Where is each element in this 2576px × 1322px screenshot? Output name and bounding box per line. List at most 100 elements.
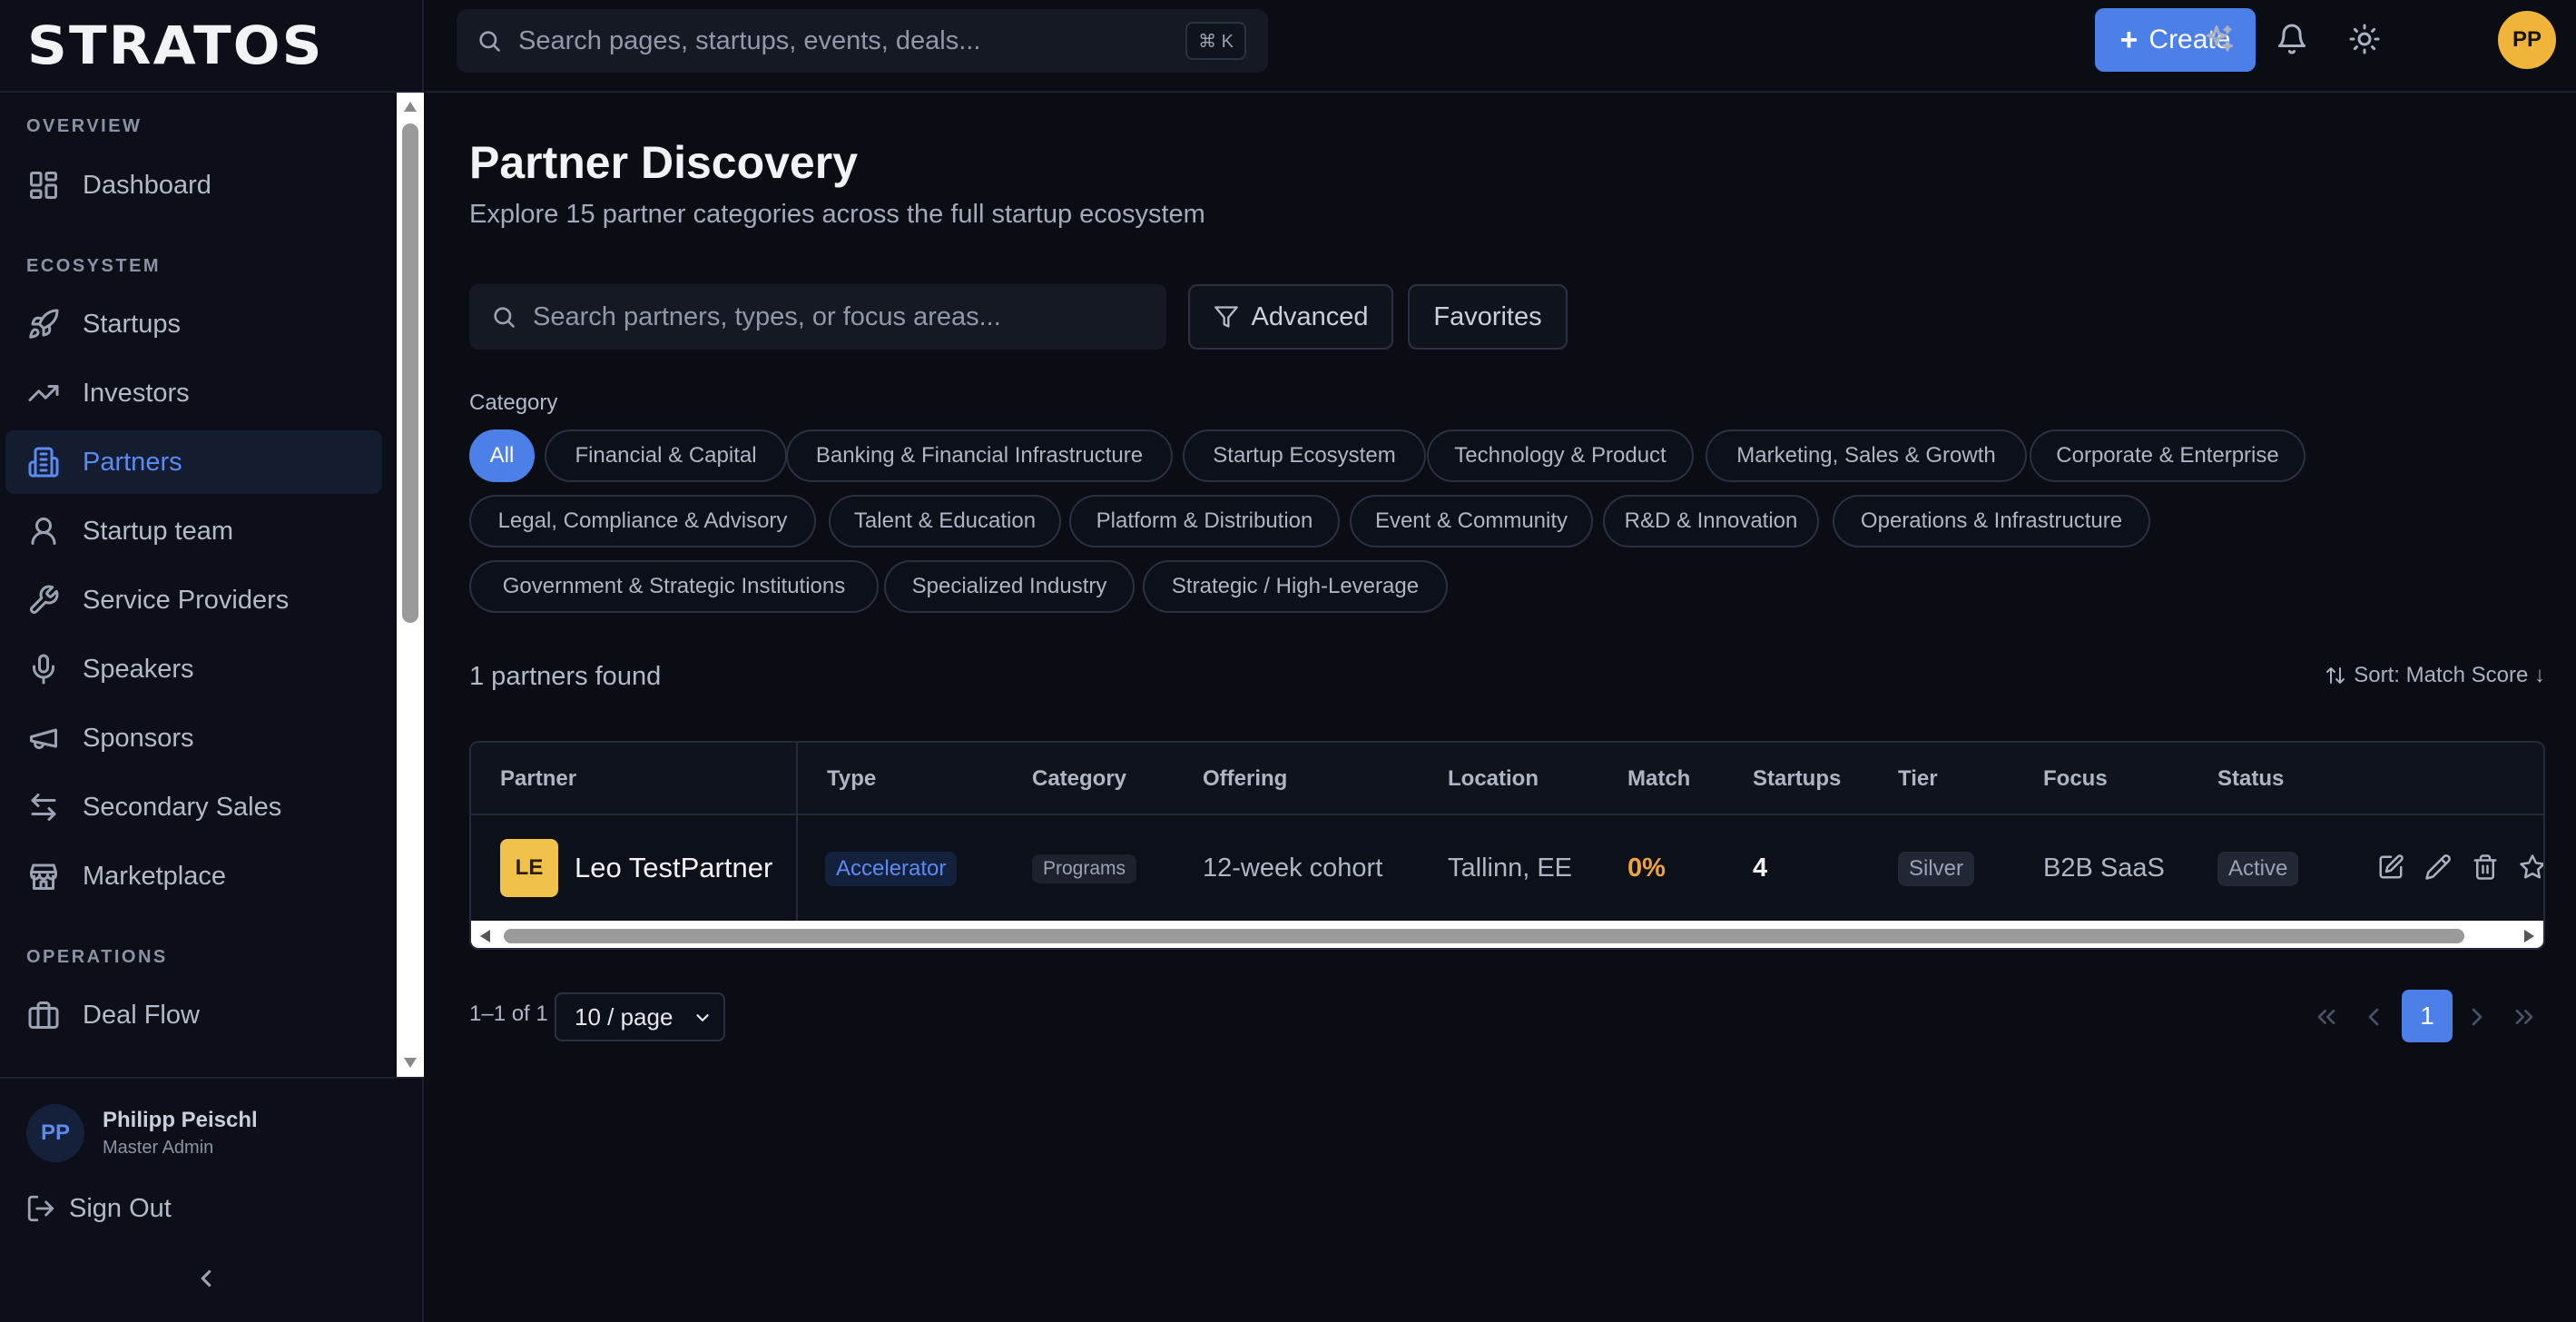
sidebar-item-deal-flow[interactable]: Deal Flow <box>5 983 382 1047</box>
sidebar-item-sponsors[interactable]: Sponsors <box>5 706 382 770</box>
chevron-left-icon <box>2368 1008 2379 1026</box>
sidebar-item-startup-team[interactable]: Startup team <box>5 499 382 563</box>
column-header-startups[interactable]: Startups <box>1753 766 1841 792</box>
delete-button[interactable] <box>2472 853 2499 881</box>
chevron-right-icon <box>2472 1008 2483 1026</box>
sidebar-item-label: Speakers <box>83 654 194 684</box>
theme-toggle-button[interactable] <box>2348 23 2381 55</box>
partners-table: Partner Type Category Offering Location … <box>469 741 2545 950</box>
scroll-left-arrow[interactable] <box>480 930 490 942</box>
column-header-category[interactable]: Category <box>1032 766 1126 792</box>
column-header-focus[interactable]: Focus <box>2043 766 2108 792</box>
favorites-button[interactable]: Favorites <box>1408 284 1568 350</box>
scrollbar-thumb[interactable] <box>504 929 2464 943</box>
global-search[interactable]: ⌘ K <box>457 9 1268 73</box>
grid-icon <box>27 169 60 202</box>
chip-rd-innovation[interactable]: R&D & Innovation <box>1603 495 1819 548</box>
user-name: Philipp Peischl <box>103 1108 258 1132</box>
plus-icon: + <box>2119 22 2138 57</box>
microphone-icon <box>27 653 60 686</box>
rocket-icon <box>27 308 60 340</box>
scroll-right-arrow[interactable] <box>2524 930 2534 942</box>
page-size-value: 10 / page <box>575 1002 673 1031</box>
sidebar-scrollbar[interactable] <box>397 93 424 1077</box>
chip-event-community[interactable]: Event & Community <box>1350 495 1593 548</box>
partner-search-input[interactable] <box>533 301 1150 332</box>
column-header-match[interactable]: Match <box>1627 766 1690 792</box>
previous-page-button[interactable] <box>2359 1002 2388 1031</box>
bell-icon <box>2278 24 2306 54</box>
chip-talent-education[interactable]: Talent & Education <box>829 495 1061 548</box>
table-row[interactable]: LE Leo TestPartner Accelerator Programs … <box>471 817 2543 921</box>
category-badge: Programs <box>1032 854 1137 883</box>
chip-banking-financial-infrastructure[interactable]: Banking & Financial Infrastructure <box>786 429 1173 482</box>
sidebar-item-startups[interactable]: Startups <box>5 292 382 356</box>
view-details-button[interactable] <box>2377 853 2404 881</box>
chip-legal-compliance-advisory[interactable]: Legal, Compliance & Advisory <box>469 495 816 548</box>
advanced-filter-button[interactable]: Advanced <box>1188 284 1393 350</box>
page-size-select[interactable]: 10 / page <box>555 992 725 1041</box>
next-page-button[interactable] <box>2463 1002 2492 1031</box>
collapse-sidebar-button[interactable] <box>192 1265 220 1292</box>
avatar[interactable]: PP <box>2498 11 2556 69</box>
column-header-tier[interactable]: Tier <box>1898 766 1938 792</box>
edit-button[interactable] <box>2424 853 2452 881</box>
first-page-button[interactable] <box>2312 1002 2341 1031</box>
sidebar-item-secondary-sales[interactable]: Secondary Sales <box>5 775 382 839</box>
ai-sparkles-button[interactable] <box>2203 23 2236 55</box>
advanced-label: Advanced <box>1251 301 1369 331</box>
sidebar-item-investors[interactable]: Investors <box>5 361 382 425</box>
table-horizontal-scrollbar[interactable] <box>471 921 2543 948</box>
type-badge: Accelerator <box>825 852 958 886</box>
sidebar-item-label: Marketplace <box>83 861 226 891</box>
chip-startup-ecosystem[interactable]: Startup Ecosystem <box>1183 429 1426 482</box>
sign-out-button[interactable]: Sign Out <box>25 1193 172 1224</box>
sparkles-icon <box>2206 25 2233 52</box>
app-logo[interactable]: STRATOS <box>27 15 324 76</box>
partner-name[interactable]: Leo TestPartner <box>575 852 772 884</box>
global-search-input[interactable] <box>518 25 1172 56</box>
column-header-location[interactable]: Location <box>1448 766 1539 792</box>
user-panel: PP Philipp Peischl Master Admin Sign Out <box>0 1077 424 1322</box>
chevron-left-icon <box>201 1269 211 1287</box>
scroll-down-arrow[interactable] <box>404 1058 417 1068</box>
sidebar-item-label: Service Providers <box>83 585 290 615</box>
last-page-button[interactable] <box>2510 1002 2539 1031</box>
logout-icon <box>25 1193 56 1224</box>
avatar[interactable]: PP <box>26 1104 84 1162</box>
sidebar-item-service-providers[interactable]: Service Providers <box>5 568 382 632</box>
chip-financial-capital[interactable]: Financial & Capital <box>545 429 787 482</box>
column-header-partner[interactable]: Partner <box>500 766 576 792</box>
chip-technology-product[interactable]: Technology & Product <box>1427 429 1694 482</box>
sidebar-item-speakers[interactable]: Speakers <box>5 637 382 701</box>
column-header-status[interactable]: Status <box>2217 766 2284 792</box>
trending-up-icon <box>27 377 60 409</box>
scrollbar-thumb[interactable] <box>402 123 418 623</box>
chip-specialized-industry[interactable]: Specialized Industry <box>884 560 1135 613</box>
notifications-button[interactable] <box>2276 23 2308 55</box>
scroll-up-arrow[interactable] <box>404 102 417 112</box>
partner-logo: LE <box>500 839 558 897</box>
chip-government-strategic-institutions[interactable]: Government & Strategic Institutions <box>469 560 879 613</box>
sidebar-item-label: Sponsors <box>83 723 194 753</box>
user-icon <box>27 515 60 548</box>
column-header-type[interactable]: Type <box>827 766 876 792</box>
chip-strategic-high-leverage[interactable]: Strategic / High-Leverage <box>1143 560 1448 613</box>
chip-platform-distribution[interactable]: Platform & Distribution <box>1069 495 1340 548</box>
column-header-offering[interactable]: Offering <box>1203 766 1287 792</box>
chip-all[interactable]: All <box>469 429 535 482</box>
sidebar-item-marketplace[interactable]: Marketplace <box>5 844 382 908</box>
partner-search[interactable] <box>469 284 1166 350</box>
user-role: Master Admin <box>103 1138 214 1158</box>
chip-operations-infrastructure[interactable]: Operations & Infrastructure <box>1833 495 2150 548</box>
sort-button[interactable]: Sort: Match Score ↓ <box>2325 663 2545 688</box>
chip-marketing-sales-growth[interactable]: Marketing, Sales & Growth <box>1706 429 2027 482</box>
results-count: 1 partners found <box>469 662 662 691</box>
page-title: Partner Discovery <box>469 137 859 188</box>
sidebar-item-partners[interactable]: Partners <box>5 430 382 494</box>
favorite-button[interactable] <box>2519 853 2543 881</box>
sidebar-item-label: Startup team <box>83 516 234 546</box>
page-1-button[interactable]: 1 <box>2402 990 2453 1042</box>
sidebar-item-dashboard[interactable]: Dashboard <box>5 153 382 217</box>
chip-corporate-enterprise[interactable]: Corporate & Enterprise <box>2030 429 2306 482</box>
